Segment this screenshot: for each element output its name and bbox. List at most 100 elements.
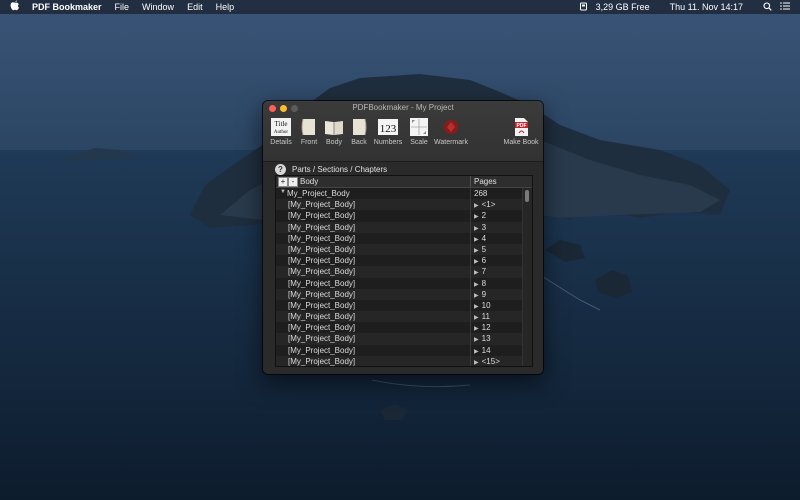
table-row[interactable]: [My_Project_Body] ▶ 3 xyxy=(276,221,522,233)
row-name: [My_Project_Body] xyxy=(288,300,356,310)
table-row[interactable]: [My_Project_Body] ▶ 2 xyxy=(276,210,522,221)
outline-view[interactable]: + - Body Pages ▼ My_Project_Body 268 [My_Pr… xyxy=(275,175,533,367)
row-name: [My_Project_Body] xyxy=(288,256,356,266)
table-row[interactable]: [My_Project_Body] ▶ 5 xyxy=(276,243,522,256)
toolbar-back-button[interactable]: Back xyxy=(345,117,373,146)
svg-text:Title: Title xyxy=(275,120,288,128)
toolbar-watermark-button[interactable]: Watermark xyxy=(434,117,468,146)
row-pages-value: 12 xyxy=(481,323,491,333)
outline-root-row[interactable]: ▼ My_Project_Body 268 xyxy=(276,188,522,199)
svg-text:PDF: PDF xyxy=(517,123,527,129)
toolbar-numbers-button[interactable]: 123 Numbers xyxy=(374,117,402,146)
toolbar-scale-button[interactable]: Scale xyxy=(405,117,433,146)
page-expand-icon[interactable]: ▶ xyxy=(474,293,479,299)
row-name: [My_Project_Body] xyxy=(288,323,356,333)
row-pages-value: <15> xyxy=(481,356,500,366)
window-title: PDFBookmaker - My Project xyxy=(352,103,454,112)
table-row[interactable]: [My_Project_Body] ▶ 8 xyxy=(276,278,522,289)
remove-item-button[interactable]: - xyxy=(288,177,298,187)
page-expand-icon[interactable]: ▶ xyxy=(474,315,479,321)
table-row[interactable]: [My_Project_Body] ▶ 4 xyxy=(276,233,522,244)
row-pages: ▶ 10 xyxy=(474,301,491,310)
table-row[interactable]: [My_Project_Body] ▶ 7 xyxy=(276,266,522,278)
menu-file[interactable]: File xyxy=(115,2,130,12)
row-pages-value: 2 xyxy=(481,211,487,221)
row-pages: ▶ 11 xyxy=(474,312,490,321)
row-name: My_Project_Body xyxy=(287,189,350,198)
column-header-body[interactable]: Body xyxy=(300,177,318,186)
menu-edit[interactable]: Edit xyxy=(187,2,203,12)
vertical-scrollbar[interactable] xyxy=(522,188,532,366)
column-header-pages[interactable]: Pages xyxy=(474,177,497,186)
row-name: [My_Project_Body] xyxy=(288,289,356,299)
disclosure-triangle-icon[interactable]: ▼ xyxy=(280,189,286,195)
notification-center-icon[interactable] xyxy=(780,2,790,12)
page-expand-icon[interactable]: ▶ xyxy=(474,259,479,265)
outline-header: + - Body Pages xyxy=(276,176,532,188)
table-row[interactable]: [My_Project_Body] ▶ <15> xyxy=(276,355,522,366)
row-pages: ▶ 5 xyxy=(474,245,486,254)
clock-text[interactable]: Thu 11. Nov 14:17 xyxy=(670,2,743,12)
app-window: PDFBookmaker - My Project Title Author De… xyxy=(263,101,543,374)
row-name: [My_Project_Body] xyxy=(288,222,356,232)
page-expand-icon[interactable]: ▶ xyxy=(474,304,479,310)
menu-bar: PDF Bookmaker File Window Edit Help 3,29… xyxy=(0,0,800,14)
page-expand-icon[interactable]: ▶ xyxy=(474,214,479,220)
toolbar-body-button[interactable]: Body xyxy=(320,117,348,146)
menu-window[interactable]: Window xyxy=(142,2,174,12)
add-item-button[interactable]: + xyxy=(278,177,288,187)
table-row[interactable]: [My_Project_Body] ▶ 13 xyxy=(276,333,522,345)
row-name: [My_Project_Body] xyxy=(288,211,356,221)
outline-rows: ▼ My_Project_Body 268 [My_Project_Body] ▶ <1>… xyxy=(276,188,522,366)
watermark-icon xyxy=(441,117,461,137)
table-row[interactable]: [My_Project_Body] ▶ 11 xyxy=(276,311,522,323)
menu-help[interactable]: Help xyxy=(216,2,235,12)
window-content: ? Parts / Sections / Chapters + - Body P… xyxy=(263,162,543,374)
disk-free-text[interactable]: 3,29 GB Free xyxy=(596,2,650,12)
row-pages-value: 3 xyxy=(481,222,487,232)
page-expand-icon[interactable]: ▶ xyxy=(474,282,479,288)
toolbar-front-button[interactable]: Front xyxy=(295,117,323,146)
page-expand-icon[interactable]: ▶ xyxy=(474,326,479,332)
toolbar-details-button[interactable]: Title Author Details xyxy=(267,117,295,146)
table-row[interactable]: [My_Project_Body] ▶ 6 xyxy=(276,255,522,266)
toolbar-make-book-button[interactable]: PDF Make Book xyxy=(503,117,539,146)
row-name: [My_Project_Body] xyxy=(288,200,356,210)
apple-menu-icon[interactable] xyxy=(10,0,22,14)
row-pages-value: 6 xyxy=(481,256,487,266)
table-row[interactable]: [My_Project_Body] ▶ 9 xyxy=(276,288,522,300)
table-row[interactable]: [My_Project_Body] ▶ 10 xyxy=(276,300,522,311)
row-pages: ▶ 2 xyxy=(474,211,486,220)
row-pages-value: 5 xyxy=(481,244,487,254)
page-expand-icon[interactable]: ▶ xyxy=(474,226,479,232)
back-book-icon xyxy=(349,117,369,137)
row-pages-value: 8 xyxy=(481,278,487,288)
scrollbar-thumb[interactable] xyxy=(525,190,529,202)
page-expand-icon[interactable]: ▶ xyxy=(474,203,479,209)
row-pages: ▶ 3 xyxy=(474,223,486,232)
spotlight-search-icon[interactable] xyxy=(763,1,772,13)
table-row[interactable]: [My_Project_Body] ▶ <1> xyxy=(276,199,522,211)
table-row[interactable]: [My_Project_Body] ▶ 12 xyxy=(276,322,522,333)
page-expand-icon[interactable]: ▶ xyxy=(474,360,479,366)
section-header: ? Parts / Sections / Chapters xyxy=(275,162,387,176)
toolbar-scale-label: Scale xyxy=(410,139,428,146)
menu-app-name[interactable]: PDF Bookmaker xyxy=(32,2,102,12)
svg-text:Author: Author xyxy=(274,130,289,135)
help-button[interactable]: ? xyxy=(275,163,286,175)
row-pages-value: 11 xyxy=(481,312,490,322)
row-name: [My_Project_Body] xyxy=(288,345,356,355)
page-expand-icon[interactable]: ▶ xyxy=(474,349,479,355)
row-pages: ▶ 12 xyxy=(474,323,491,332)
row-pages: ▶ <1> xyxy=(474,200,495,209)
page-expand-icon[interactable]: ▶ xyxy=(474,237,479,243)
page-expand-icon[interactable]: ▶ xyxy=(474,337,479,343)
table-row[interactable]: [My_Project_Body] ▶ 14 xyxy=(276,345,522,356)
row-name: [My_Project_Body] xyxy=(288,278,356,288)
page-expand-icon[interactable]: ▶ xyxy=(474,270,479,276)
disk-icon[interactable] xyxy=(579,2,588,13)
row-pages: ▶ 7 xyxy=(474,267,486,276)
page-expand-icon[interactable]: ▶ xyxy=(474,248,479,254)
window-titlebar[interactable]: PDFBookmaker - My Project Title Author De… xyxy=(263,101,543,162)
toolbar: Title Author Details Front Body Back 123… xyxy=(267,117,539,159)
